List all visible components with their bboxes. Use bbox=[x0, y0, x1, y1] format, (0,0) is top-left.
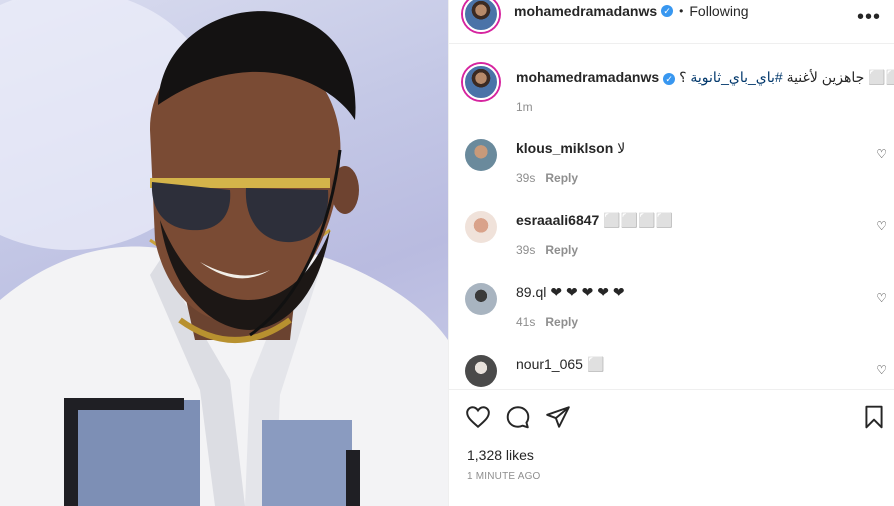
comment-row: nour1_065 ⬜ ♡ bbox=[449, 355, 894, 389]
comment-meta: 41s Reply bbox=[516, 315, 856, 329]
commenter-avatar[interactable] bbox=[465, 283, 497, 315]
comment-like-heart-icon[interactable]: ♡ bbox=[876, 363, 887, 377]
caption-author-avatar[interactable] bbox=[463, 64, 499, 100]
bookmark-icon[interactable] bbox=[861, 404, 887, 430]
post-detail-panel: mohamedramadanws ✓ • Following ••• moham… bbox=[448, 0, 894, 506]
comment-row: esraaali6847 ⬜⬜⬜⬜ 39s Reply ♡ bbox=[449, 211, 894, 283]
post-header: mohamedramadanws ✓ • Following ••• bbox=[449, 0, 894, 44]
caption-row: mohamedramadanws ✓ جاهزين لأغنية #باي_باي… bbox=[449, 44, 894, 134]
commenter-avatar[interactable] bbox=[465, 139, 497, 171]
heart-outline-icon[interactable] bbox=[465, 404, 491, 430]
comment-username[interactable]: esraaali6847 bbox=[516, 212, 599, 228]
comment-row: 89.ql ❤ ❤ ❤ ❤ ❤ 41s Reply ♡ bbox=[449, 283, 894, 355]
following-button[interactable]: Following bbox=[689, 3, 748, 19]
comments-list[interactable]: mohamedramadanws ✓ جاهزين لأغنية #باي_باي… bbox=[449, 44, 894, 389]
comment-meta: 39s Reply bbox=[516, 171, 856, 185]
comment-line: 89.ql ❤ ❤ ❤ ❤ ❤ bbox=[516, 283, 856, 301]
comment-text: لا bbox=[617, 140, 626, 156]
comment-line: esraaali6847 ⬜⬜⬜⬜ bbox=[516, 211, 856, 229]
comment-line: klous_miklson لا bbox=[516, 139, 856, 157]
caption-time[interactable]: 1m bbox=[516, 100, 533, 114]
reply-button[interactable]: Reply bbox=[545, 171, 578, 185]
verified-badge-icon: ✓ bbox=[661, 4, 674, 17]
comment-time[interactable]: 41s bbox=[516, 315, 535, 329]
comment-like-heart-icon[interactable]: ♡ bbox=[876, 219, 887, 233]
caption-text-before: جاهزين لأغنية bbox=[782, 69, 865, 85]
caption-text: جاهزين لأغنية #باي_باي_ثانوية ؟ ⬜⬜ bbox=[679, 69, 894, 85]
comment-text: ⬜⬜⬜⬜ bbox=[603, 212, 674, 228]
post-photo-illustration bbox=[0, 0, 448, 506]
caption-hashtag-link[interactable]: #باي_باي_ثانوية bbox=[690, 69, 782, 85]
comment-time[interactable]: 39s bbox=[516, 171, 535, 185]
post-photo[interactable] bbox=[0, 0, 448, 506]
caption-line: mohamedramadanws ✓ جاهزين لأغنية #باي_باي… bbox=[516, 68, 894, 86]
comment-body: klous_miklson لا 39s Reply bbox=[516, 139, 856, 185]
comment-meta: 39s Reply bbox=[516, 243, 856, 257]
comment-bubble-icon[interactable] bbox=[505, 404, 531, 430]
paper-plane-icon[interactable] bbox=[545, 404, 571, 430]
comment-like-heart-icon[interactable]: ♡ bbox=[876, 147, 887, 161]
reply-button[interactable]: Reply bbox=[545, 243, 578, 257]
comment-body: nour1_065 ⬜ bbox=[516, 355, 856, 373]
post-timestamp[interactable]: 1 MINUTE AGO bbox=[467, 471, 541, 482]
comment-line: nour1_065 ⬜ bbox=[516, 355, 856, 373]
commenter-avatar[interactable] bbox=[465, 355, 497, 387]
more-options-icon[interactable]: ••• bbox=[857, 6, 881, 29]
comment-body: 89.ql ❤ ❤ ❤ ❤ ❤ 41s Reply bbox=[516, 283, 856, 329]
likes-count[interactable]: 1,328 likes bbox=[467, 447, 534, 463]
comment-body: esraaali6847 ⬜⬜⬜⬜ 39s Reply bbox=[516, 211, 856, 257]
author-avatar[interactable] bbox=[463, 0, 499, 32]
commenter-avatar[interactable] bbox=[465, 211, 497, 243]
reply-button[interactable]: Reply bbox=[545, 315, 578, 329]
comment-like-heart-icon[interactable]: ♡ bbox=[876, 291, 887, 305]
author-username[interactable]: mohamedramadanws bbox=[514, 3, 657, 19]
comment-username[interactable]: 89.ql bbox=[516, 284, 546, 300]
comment-text: ⬜ bbox=[586, 356, 605, 372]
caption-username[interactable]: mohamedramadanws bbox=[516, 69, 659, 85]
separator-dot: • bbox=[679, 3, 684, 18]
comment-username[interactable]: nour1_065 bbox=[516, 356, 583, 372]
author-meta: ✓ • Following bbox=[657, 3, 749, 19]
comment-time[interactable]: 39s bbox=[516, 243, 535, 257]
comment-row: klous_miklson لا 39s Reply ♡ bbox=[449, 139, 894, 211]
comment-text: ❤ ❤ ❤ ❤ ❤ bbox=[550, 284, 625, 300]
post-actions-footer: 1,328 likes 1 MINUTE AGO bbox=[449, 389, 894, 506]
comment-username[interactable]: klous_miklson bbox=[516, 140, 613, 156]
verified-badge-icon: ✓ bbox=[663, 73, 676, 85]
